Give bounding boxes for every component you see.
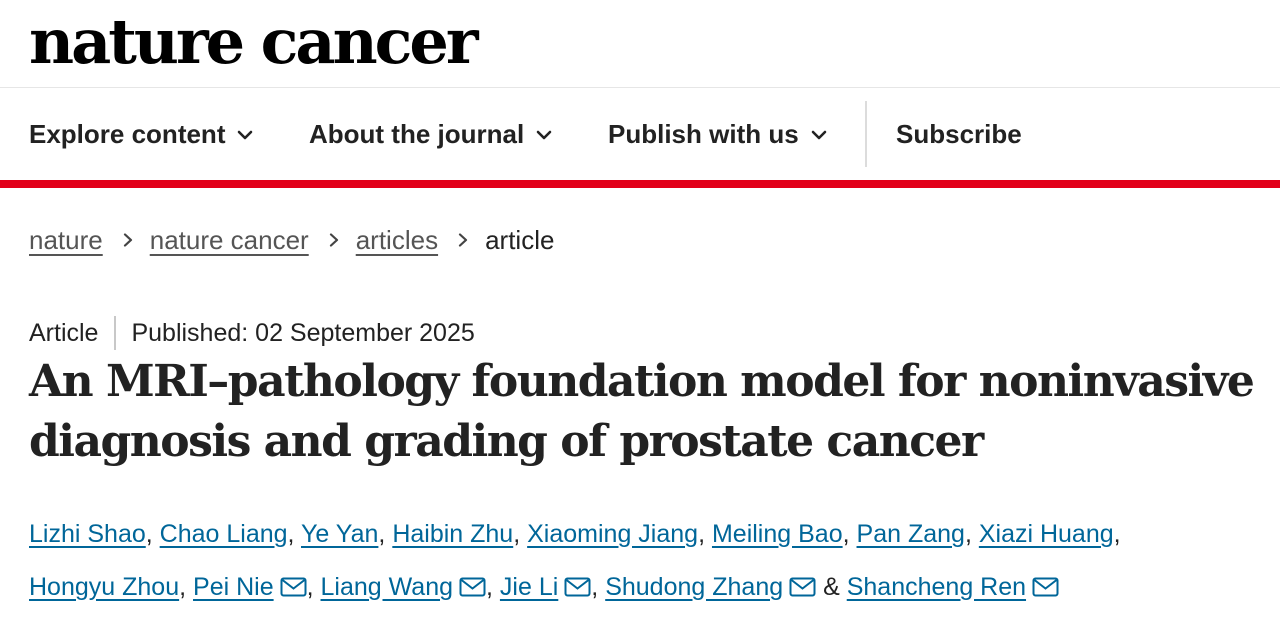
author-link[interactable]: Shudong Zhang [605,573,783,601]
author-link[interactable]: Ye Yan [301,520,378,548]
author-separator: , [1113,520,1121,548]
author-separator: , [964,520,979,548]
chevron-down-icon [536,130,552,139]
author-link[interactable]: Xiaoming Jiang [527,520,698,548]
author-separator: , [145,520,160,548]
author-separator: , [287,520,301,548]
author-separator: , [306,573,321,601]
author-separator: , [513,520,528,548]
author-list: Lizhi Shao, Chao Liang, Ye Yan, Haibin Z… [29,508,1259,614]
mail-icon[interactable] [459,577,486,597]
author-link[interactable]: Meiling Bao [712,520,843,548]
author-separator: & [816,573,847,601]
mail-icon[interactable] [1032,577,1059,597]
author-link[interactable]: Jie Li [500,573,558,601]
chevron-right-icon [123,233,132,247]
breadcrumb-link-articles[interactable]: articles [356,225,438,256]
article-meta: Article Published: 02 September 2025 [29,315,475,351]
nav-divider [865,101,867,167]
nav-explore-content[interactable]: Explore content [29,89,253,180]
chevron-right-icon [458,233,468,247]
nav-publish-with-us-label: Publish with us [608,119,799,149]
author-separator: , [698,520,712,548]
author-link[interactable]: Pei Nie [193,573,274,601]
journal-logo[interactable]: nature cancer [29,6,479,78]
mail-icon[interactable] [564,577,591,597]
mail-icon[interactable] [789,577,816,597]
author-link[interactable]: Chao Liang [160,520,288,548]
author-separator: , [486,573,500,601]
nav-about-the-journal-label: About the journal [309,119,525,149]
author-link[interactable]: Liang Wang [321,573,454,601]
author-link[interactable]: Lizhi Shao [29,520,146,548]
author-link[interactable]: Hongyu Zhou [29,573,179,601]
breadcrumb-link-nature[interactable]: nature [29,225,103,256]
breadcrumb-current: article [485,224,555,255]
site-header: nature cancer [0,0,1280,88]
mail-icon[interactable] [280,577,307,597]
article-type: Article [29,318,99,347]
meta-divider [114,316,117,350]
author-separator: , [591,573,606,601]
breadcrumb: nature nature cancer articles article [29,222,554,258]
chevron-down-icon [238,130,253,139]
chevron-right-icon [329,233,338,247]
author-link[interactable]: Shancheng Ren [847,573,1026,601]
author-link[interactable]: Haibin Zhu [392,520,513,548]
published-date: Published: 02 September 2025 [131,318,475,347]
nav-explore-content-label: Explore content [29,119,226,149]
chevron-down-icon [811,130,826,139]
breadcrumb-link-nature-cancer[interactable]: nature cancer [150,225,309,256]
author-link[interactable]: Pan Zang [857,520,965,548]
nav-about-the-journal[interactable]: About the journal [309,89,552,180]
author-separator: , [179,573,194,601]
author-separator: , [842,520,857,548]
accent-bar [0,180,1280,188]
author-separator: , [378,520,393,548]
main-nav: Explore content About the journal Publis… [0,89,1280,180]
nav-publish-with-us[interactable]: Publish with us [608,89,827,180]
author-link[interactable]: Xiazi Huang [979,520,1114,548]
subscribe-link[interactable]: Subscribe [896,89,1022,180]
article-title: An MRI–pathology foundation model for no… [29,356,1255,467]
